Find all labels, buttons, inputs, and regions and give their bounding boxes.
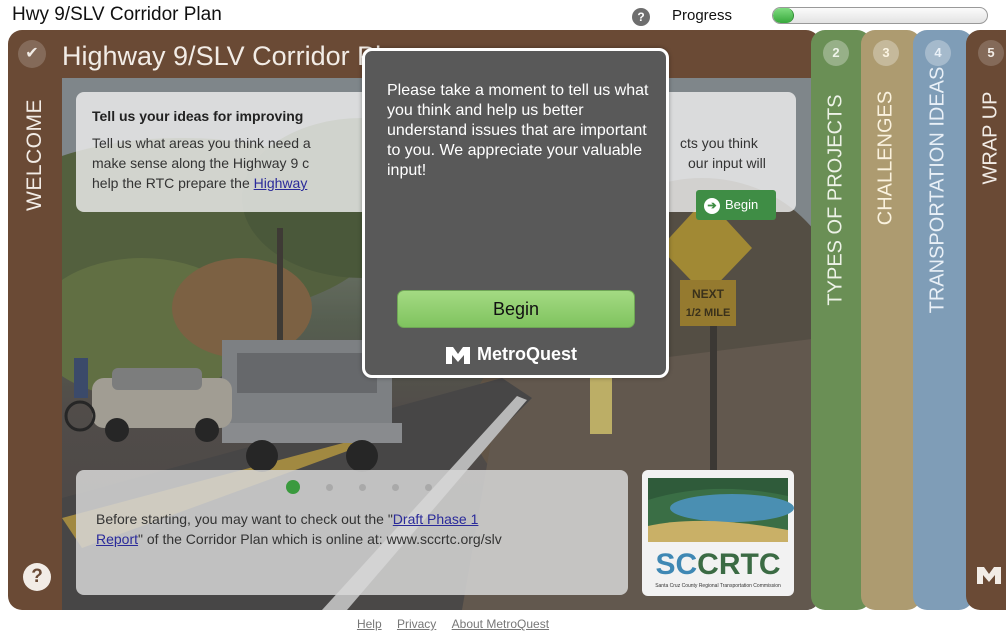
report-link[interactable]: Report	[96, 531, 138, 547]
intro-line-1-left: Tell us what areas you think need a	[92, 135, 311, 151]
report-line-2-text: " of the Corridor Plan which is online a…	[138, 531, 502, 547]
modal-message: Please take a moment to tell us what you…	[387, 82, 649, 179]
carousel-dot[interactable]	[392, 483, 399, 491]
report-line-2: Report" of the Corridor Plan which is on…	[96, 530, 502, 549]
logo-subtext: Santa Cruz County Regional Transportatio…	[655, 583, 781, 589]
report-box: Before starting, you may want to check o…	[76, 470, 628, 595]
corridor-plan-link[interactable]: Highway	[254, 175, 308, 191]
footer-about-link[interactable]: About MetroQuest	[452, 617, 549, 631]
metroquest-brand-text: MetroQuest	[477, 343, 578, 364]
tab-label-wrap-up: WRAP UP	[979, 91, 1002, 185]
tab-number-2: 2	[823, 40, 849, 66]
logo-text-crtc: CRTC	[697, 548, 781, 581]
sccrtc-logo-graphic	[648, 478, 794, 542]
intro-line-2: make sense along the Highway 9 c	[92, 155, 310, 171]
logo-text: SCCRTC	[642, 548, 794, 582]
modal-begin-button[interactable]: Begin	[397, 290, 635, 328]
report-line-1-text: Before starting, you may want to check o…	[96, 511, 393, 527]
intro-line-1-right: cts you think	[680, 135, 758, 151]
intro-begin-label: Begin	[725, 197, 759, 212]
metroquest-brand: MetroQuest	[445, 341, 577, 367]
metroquest-icon	[446, 347, 470, 364]
carousel-dot[interactable]	[286, 480, 300, 494]
question-icon[interactable]: ?	[632, 8, 650, 26]
app-title: Hwy 9/SLV Corridor Plan	[12, 4, 222, 25]
intro-line-1: Tell us what areas you think need a	[92, 134, 311, 153]
tab-challenges[interactable]: 3 CHALLENGES	[861, 30, 921, 610]
progress-bar	[772, 7, 988, 24]
footer-help-link[interactable]: Help	[357, 617, 382, 631]
tab-transportation-ideas[interactable]: 4 TRANSPORTATION IDEAS	[913, 30, 973, 610]
tab-wrap-up[interactable]: 5 WRAP UP	[966, 30, 1006, 610]
carousel-dots	[286, 480, 458, 494]
tab-label-transportation-ideas: TRANSPORTATION IDEAS	[926, 66, 949, 314]
report-line-1: Before starting, you may want to check o…	[96, 510, 478, 529]
progress-bar-fill	[773, 8, 795, 23]
footer-links: Help Privacy About MetroQuest	[0, 617, 906, 631]
tab-number-4: 4	[925, 40, 951, 66]
tab-number-5: 5	[978, 40, 1004, 66]
welcome-modal: Please take a moment to tell us what you…	[362, 48, 669, 378]
intro-line-3-text: help the RTC prepare the	[92, 175, 254, 191]
help-question-icon[interactable]: ?	[23, 563, 51, 591]
tab-label-challenges: CHALLENGES	[874, 90, 897, 226]
arrow-right-icon: ➔	[704, 198, 720, 214]
intro-line-3: help the RTC prepare the Highway	[92, 174, 307, 193]
intro-heading: Tell us your ideas for improving	[92, 108, 304, 124]
sccrtc-logo: SCCRTC Santa Cruz County Regional Transp…	[642, 470, 794, 596]
metroquest-logo-icon	[977, 567, 1001, 584]
carousel-dot[interactable]	[326, 483, 333, 491]
intro-line-2-right: our input will	[688, 155, 766, 171]
tab-label-types-of-projects: TYPES OF PROJECTS	[824, 94, 847, 306]
intro-begin-button[interactable]: ➔ Begin	[696, 190, 776, 220]
draft-report-link[interactable]: Draft Phase 1	[393, 511, 479, 527]
check-icon: ✔	[18, 40, 46, 68]
panel-title: Highway 9/SLV Corridor Pl	[62, 41, 382, 71]
logo-text-sc: SC	[655, 548, 698, 581]
footer-privacy-link[interactable]: Privacy	[397, 617, 436, 631]
tab-welcome[interactable]: WELCOME	[23, 99, 47, 211]
carousel-dot[interactable]	[359, 483, 366, 491]
tab-number-3: 3	[873, 40, 899, 66]
carousel-dot[interactable]	[425, 483, 432, 491]
progress-label: Progress	[672, 7, 733, 24]
